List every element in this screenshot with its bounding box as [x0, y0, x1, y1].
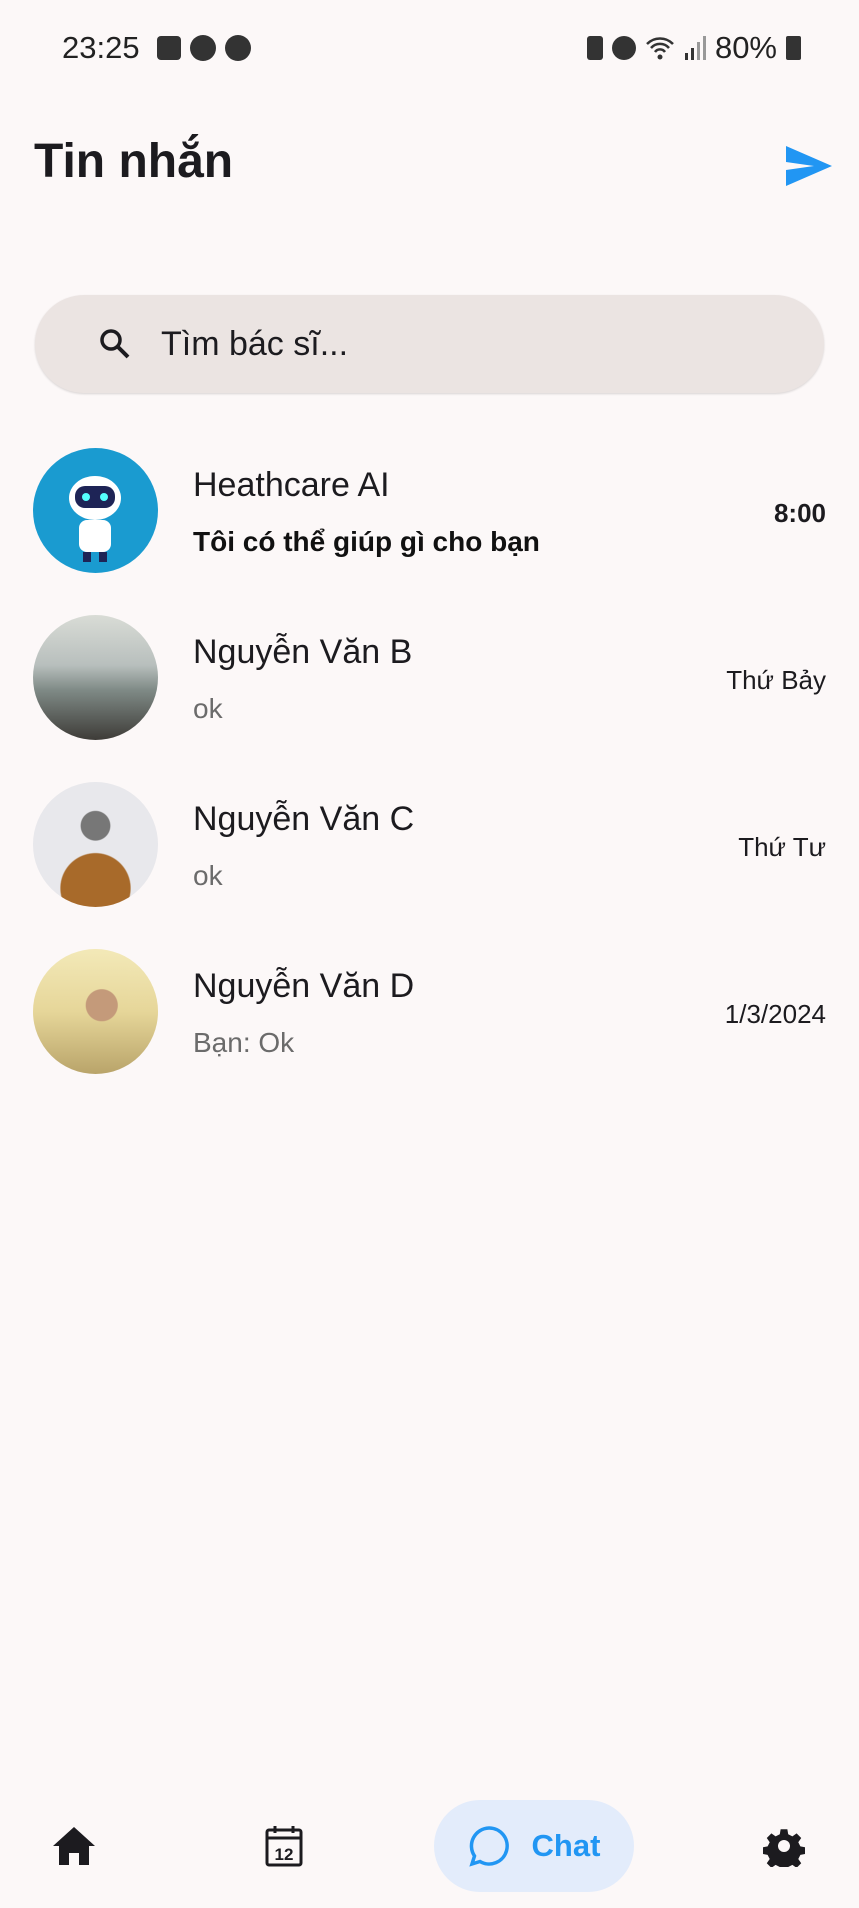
nav-chat-label: Chat [531, 1828, 601, 1863]
nav-chat-tab[interactable]: Chat [434, 1800, 634, 1892]
message-preview: Tôi có thể giúp gì cho bạn [193, 526, 540, 557]
status-bar: 23:25 80% [62, 28, 801, 68]
messenger-icon [224, 35, 251, 61]
clock: 23:25 [62, 30, 140, 65]
conversation-item[interactable]: Nguyễn Văn D Bạn: Ok 1/3/2024 [0, 949, 859, 1116]
robot-icon [69, 476, 121, 562]
avatar [33, 448, 158, 573]
battery-level: 80% [714, 30, 777, 65]
send-icon[interactable] [786, 146, 832, 186]
page-title: Tin nhắn [34, 135, 234, 188]
alarm-icon [611, 36, 636, 60]
contact-name: Nguyễn Văn C [193, 800, 415, 838]
message-preview: ok [193, 693, 223, 724]
avatar [33, 615, 158, 740]
search-icon [100, 329, 130, 359]
message-time: Thứ Bảy [726, 665, 826, 695]
messenger-icon [189, 35, 216, 61]
battery-saver-icon [586, 36, 603, 60]
calendar-icon[interactable]: 12 [265, 1825, 303, 1867]
contact-name: Heathcare AI [193, 466, 390, 504]
message-preview: ok [193, 860, 223, 891]
avatar [33, 949, 158, 1074]
contact-name: Nguyễn Văn B [193, 633, 413, 671]
contact-name: Nguyễn Văn D [193, 967, 415, 1005]
signal-icon [684, 36, 706, 60]
calendar-day: 12 [275, 1845, 294, 1864]
conversation-item[interactable]: Heathcare AI Tôi có thể giúp gì cho bạn … [0, 448, 859, 615]
battery-icon [786, 36, 801, 60]
wifi-icon [646, 37, 674, 60]
conversation-item[interactable]: Nguyễn Văn B ok Thứ Bảy [0, 615, 859, 782]
message-time: 1/3/2024 [724, 999, 826, 1029]
search-input[interactable] [161, 324, 761, 364]
avatar [33, 782, 158, 907]
message-time: 8:00 [773, 498, 826, 528]
conversation-item[interactable]: Nguyễn Văn C ok Thứ Tư [0, 782, 859, 949]
bottom-nav: 12 Chat [0, 1790, 859, 1908]
gallery-icon [156, 36, 181, 60]
message-preview: Bạn: Ok [193, 1027, 295, 1058]
chat-icon [468, 1826, 509, 1867]
search-bar[interactable] [35, 295, 824, 393]
message-time: Thứ Tư [738, 832, 826, 862]
home-icon[interactable] [53, 1827, 95, 1865]
settings-icon[interactable] [763, 1825, 805, 1867]
